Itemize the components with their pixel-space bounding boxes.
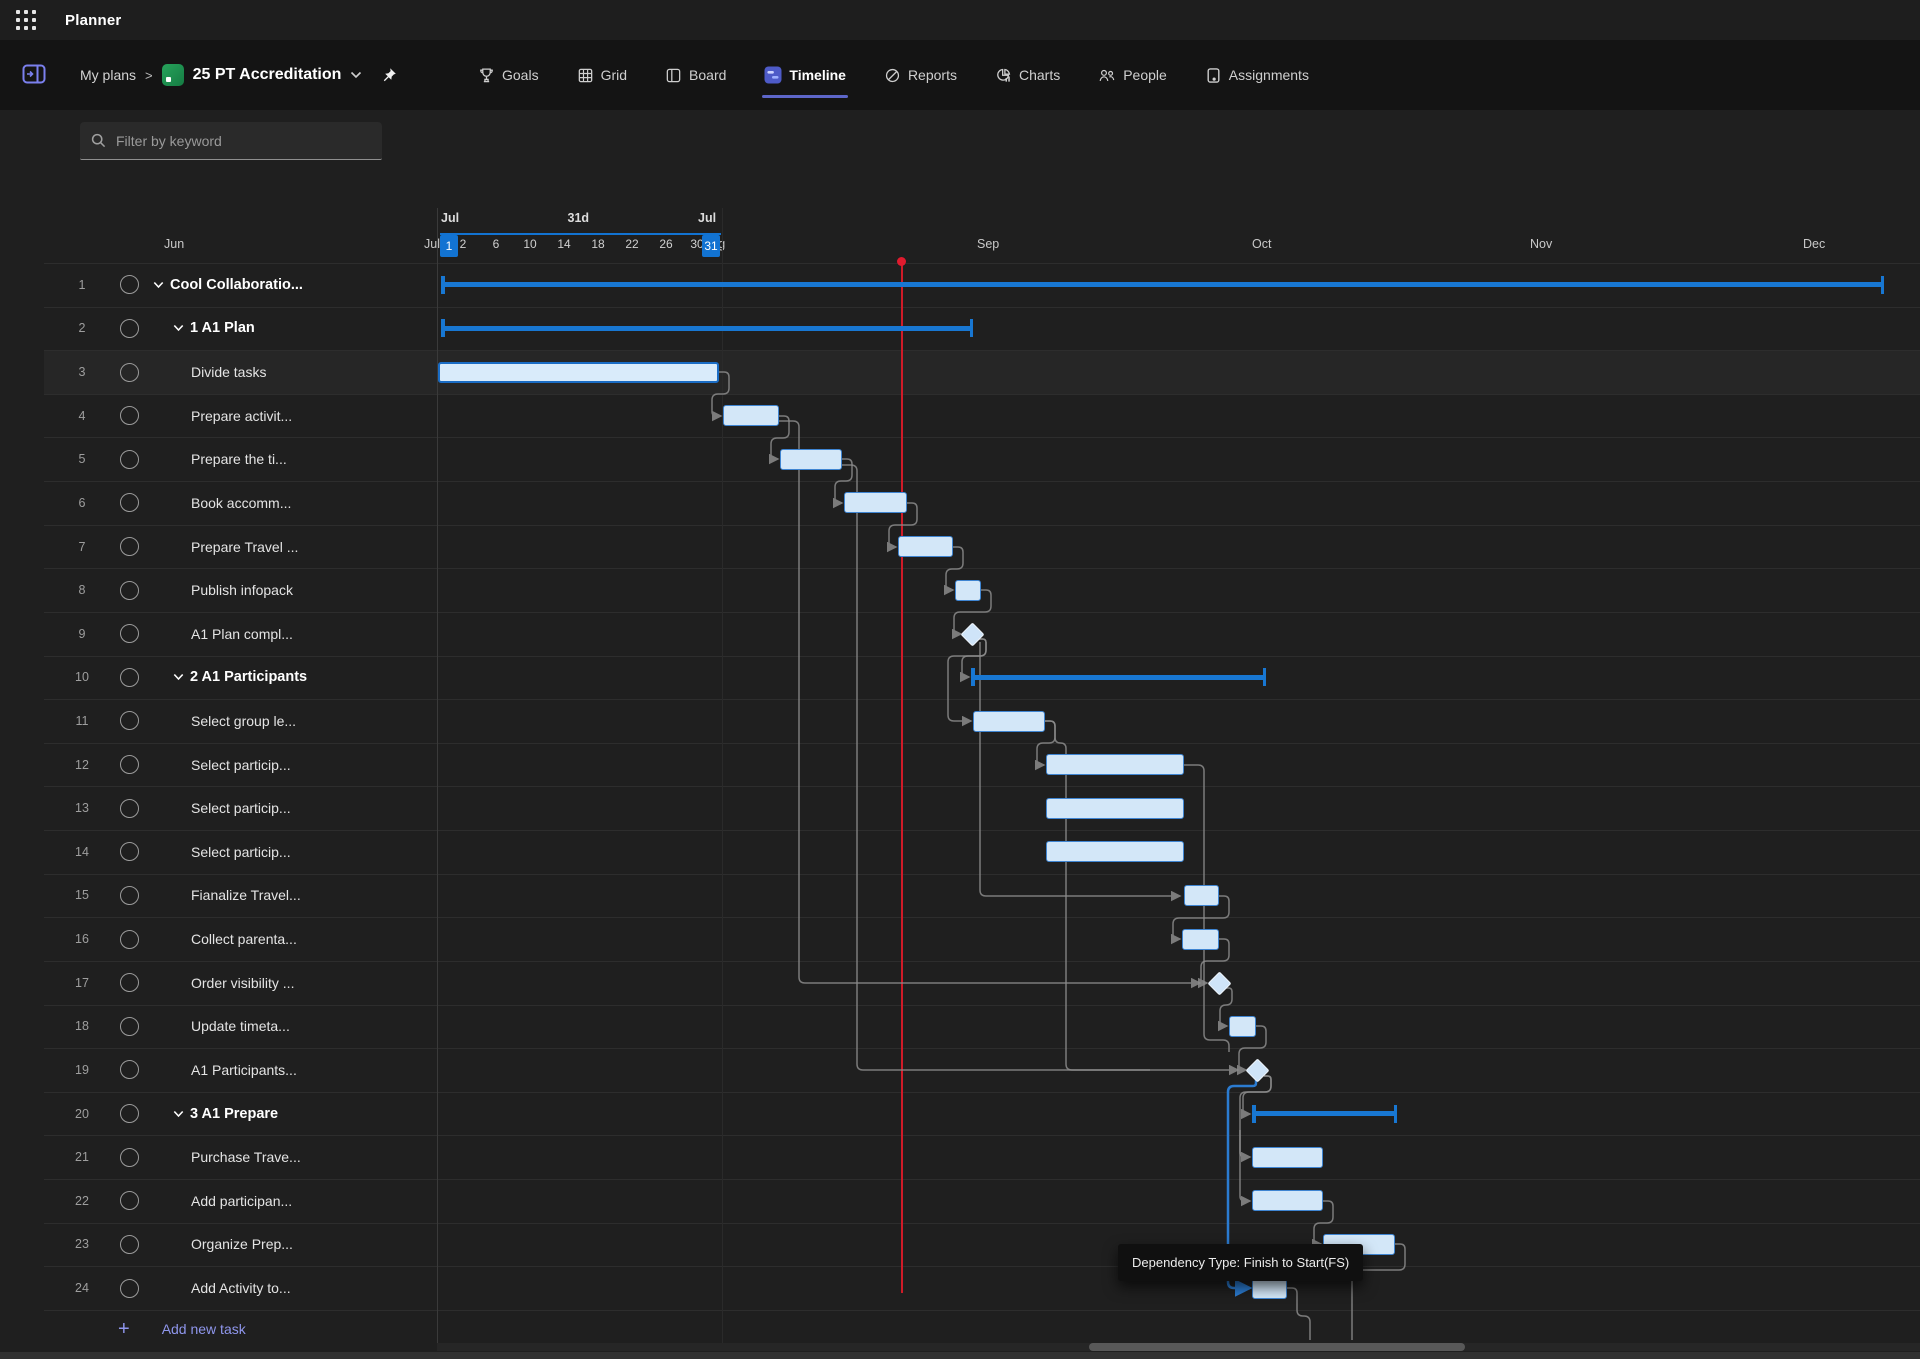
task-bar-row-18[interactable] — [1229, 1016, 1256, 1037]
dependency-line[interactable] — [779, 421, 1200, 983]
task-bar-row-12[interactable] — [1046, 754, 1184, 775]
task-bar-row-5[interactable] — [780, 449, 842, 470]
summary-bar-row-20[interactable] — [1252, 1105, 1397, 1123]
task-bar-row-11[interactable] — [973, 711, 1045, 732]
task-bar-row-13[interactable] — [1046, 798, 1184, 819]
dependency-connectors — [0, 0, 1920, 1359]
task-bar-row-6[interactable] — [844, 492, 907, 513]
task-bar-row-3[interactable] — [438, 362, 719, 383]
dependency-line[interactable] — [1240, 1130, 1250, 1201]
task-bar-row-4[interactable] — [723, 405, 779, 426]
summary-bar-row-2[interactable] — [441, 319, 973, 337]
summary-bar-row-1[interactable] — [441, 276, 1884, 294]
dependency-tooltip: Dependency Type: Finish to Start(FS) — [1118, 1244, 1363, 1281]
dependency-line[interactable] — [1287, 1288, 1310, 1340]
task-bar-row-8[interactable] — [955, 580, 981, 601]
dependency-line[interactable] — [1184, 765, 1229, 1052]
task-bar-row-7[interactable] — [898, 536, 953, 557]
summary-bar-row-10[interactable] — [971, 668, 1266, 686]
task-bar-row-21[interactable] — [1252, 1147, 1323, 1168]
task-bar-row-15[interactable] — [1184, 885, 1219, 906]
task-bar-row-14[interactable] — [1046, 841, 1184, 862]
planner-timeline-screen: Planner My plans > 25 PT Accreditation G… — [0, 0, 1920, 1359]
task-bar-row-22[interactable] — [1252, 1190, 1323, 1211]
task-bar-row-16[interactable] — [1182, 929, 1219, 950]
